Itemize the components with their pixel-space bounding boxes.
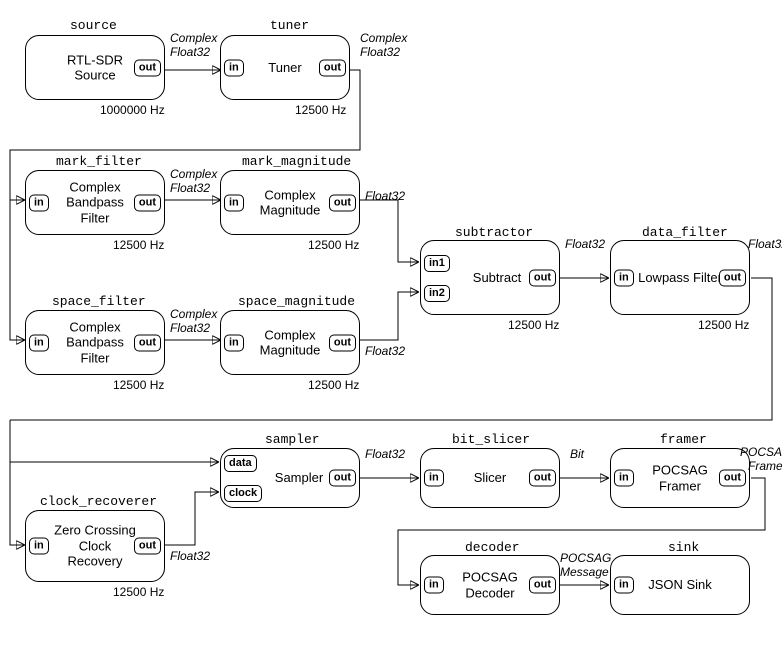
label-space_filter: space_filter	[52, 294, 146, 309]
port-framer-out: out	[719, 470, 746, 487]
port-mark_filter-out: out	[134, 194, 161, 211]
port-sampler-out: out	[329, 470, 356, 487]
port-sink-in: in	[614, 577, 634, 594]
edgelabel-clock_recoverer-out: Float32	[170, 550, 210, 564]
edgelabel-tuner-out-a: Complex	[360, 32, 407, 46]
rate-clock_recoverer: 12500 Hz	[113, 585, 164, 599]
block-mark_magnitude: Complex Magnitude in out	[220, 170, 360, 235]
rate-tuner: 12500 Hz	[295, 103, 346, 117]
block-framer: POCSAG Framer in out	[610, 448, 750, 508]
edgelabel-space_filter-out-b: Float32	[170, 322, 210, 336]
rate-space_magnitude: 12500 Hz	[308, 378, 359, 392]
port-subtractor-in2: in2	[424, 285, 450, 302]
port-space_magnitude-out: out	[329, 334, 356, 351]
rate-subtractor: 12500 Hz	[508, 318, 559, 332]
block-bit_slicer: Slicer in out	[420, 448, 560, 508]
port-subtractor-out: out	[529, 269, 556, 286]
port-subtractor-in1: in1	[424, 255, 450, 272]
port-space_filter-in: in	[29, 334, 49, 351]
port-data_filter-out: out	[719, 269, 746, 286]
label-source: source	[70, 18, 117, 33]
label-sampler: sampler	[265, 432, 320, 447]
port-tuner-in: in	[224, 59, 244, 76]
port-decoder-out: out	[529, 577, 556, 594]
rate-data_filter: 12500 Hz	[698, 318, 749, 332]
block-sampler: Sampler data clock out	[220, 448, 360, 508]
label-decoder: decoder	[465, 540, 520, 555]
edgelabel-decoder-out-b: Message	[560, 566, 609, 580]
block-data_filter: Lowpass Filter in out	[610, 240, 750, 315]
label-data_filter: data_filter	[642, 225, 728, 240]
edgelabel-bit_slicer-out: Bit	[570, 448, 584, 462]
label-framer: framer	[660, 432, 707, 447]
rate-mark_magnitude: 12500 Hz	[308, 238, 359, 252]
block-sink: JSON Sink in	[610, 555, 750, 615]
label-bit_slicer: bit_slicer	[452, 432, 530, 447]
port-tuner-out: out	[319, 59, 346, 76]
port-data_filter-in: in	[614, 269, 634, 286]
port-mark_magnitude-in: in	[224, 194, 244, 211]
port-mark_filter-in: in	[29, 194, 49, 211]
edgelabel-source-tuner-b: Float32	[170, 46, 210, 60]
label-clock_recoverer: clock_recoverer	[40, 494, 157, 509]
label-space_magnitude: space_magnitude	[238, 294, 355, 309]
edgelabel-framer-out-b: Frame	[748, 460, 782, 474]
edgelabel-mark_filter-out-a: Complex	[170, 168, 217, 182]
port-bit_slicer-in: in	[424, 470, 444, 487]
block-space_filter: Complex Bandpass Filter in out	[25, 310, 165, 375]
port-clock_recoverer-out: out	[134, 538, 161, 555]
label-subtractor: subtractor	[455, 225, 533, 240]
block-mark_filter: Complex Bandpass Filter in out	[25, 170, 165, 235]
edgelabel-sampler-out: Float32	[365, 448, 405, 462]
port-source-out: out	[134, 59, 161, 76]
block-source: RTL-SDR Source out	[25, 35, 165, 100]
edgelabel-decoder-out-a: POCSAG	[560, 552, 611, 566]
port-space_filter-out: out	[134, 334, 161, 351]
rate-source: 1000000 Hz	[100, 103, 165, 117]
rate-mark_filter: 12500 Hz	[113, 238, 164, 252]
block-clock_recoverer: Zero Crossing Clock Recovery in out	[25, 510, 165, 582]
port-sampler-clock: clock	[224, 485, 262, 502]
block-tuner: Tuner in out	[220, 35, 350, 100]
label-mark_magnitude: mark_magnitude	[242, 154, 351, 169]
edgelabel-subtractor-out: Float32	[565, 238, 605, 252]
port-space_magnitude-in: in	[224, 334, 244, 351]
edgelabel-data_filter-out: Float32	[748, 238, 782, 252]
port-mark_magnitude-out: out	[329, 194, 356, 211]
label-mark_filter: mark_filter	[56, 154, 142, 169]
edgelabel-mark_magnitude-out: Float32	[365, 190, 405, 204]
edgelabel-mark_filter-out-b: Float32	[170, 182, 210, 196]
label-sink: sink	[668, 540, 699, 555]
block-subtractor: Subtract in1 in2 out	[420, 240, 560, 315]
edgelabel-source-tuner-a: Complex	[170, 32, 217, 46]
edgelabel-space_filter-out-a: Complex	[170, 308, 217, 322]
port-bit_slicer-out: out	[529, 470, 556, 487]
block-decoder: POCSAG Decoder in out	[420, 555, 560, 615]
edgelabel-space_magnitude-out: Float32	[365, 345, 405, 359]
port-framer-in: in	[614, 470, 634, 487]
port-clock_recoverer-in: in	[29, 538, 49, 555]
rate-space_filter: 12500 Hz	[113, 378, 164, 392]
edgelabel-framer-out-a: POCSAG	[740, 446, 782, 460]
port-sampler-data: data	[224, 455, 257, 472]
edgelabel-tuner-out-b: Float32	[360, 46, 400, 60]
label-tuner: tuner	[270, 18, 309, 33]
port-decoder-in: in	[424, 577, 444, 594]
block-space_magnitude: Complex Magnitude in out	[220, 310, 360, 375]
